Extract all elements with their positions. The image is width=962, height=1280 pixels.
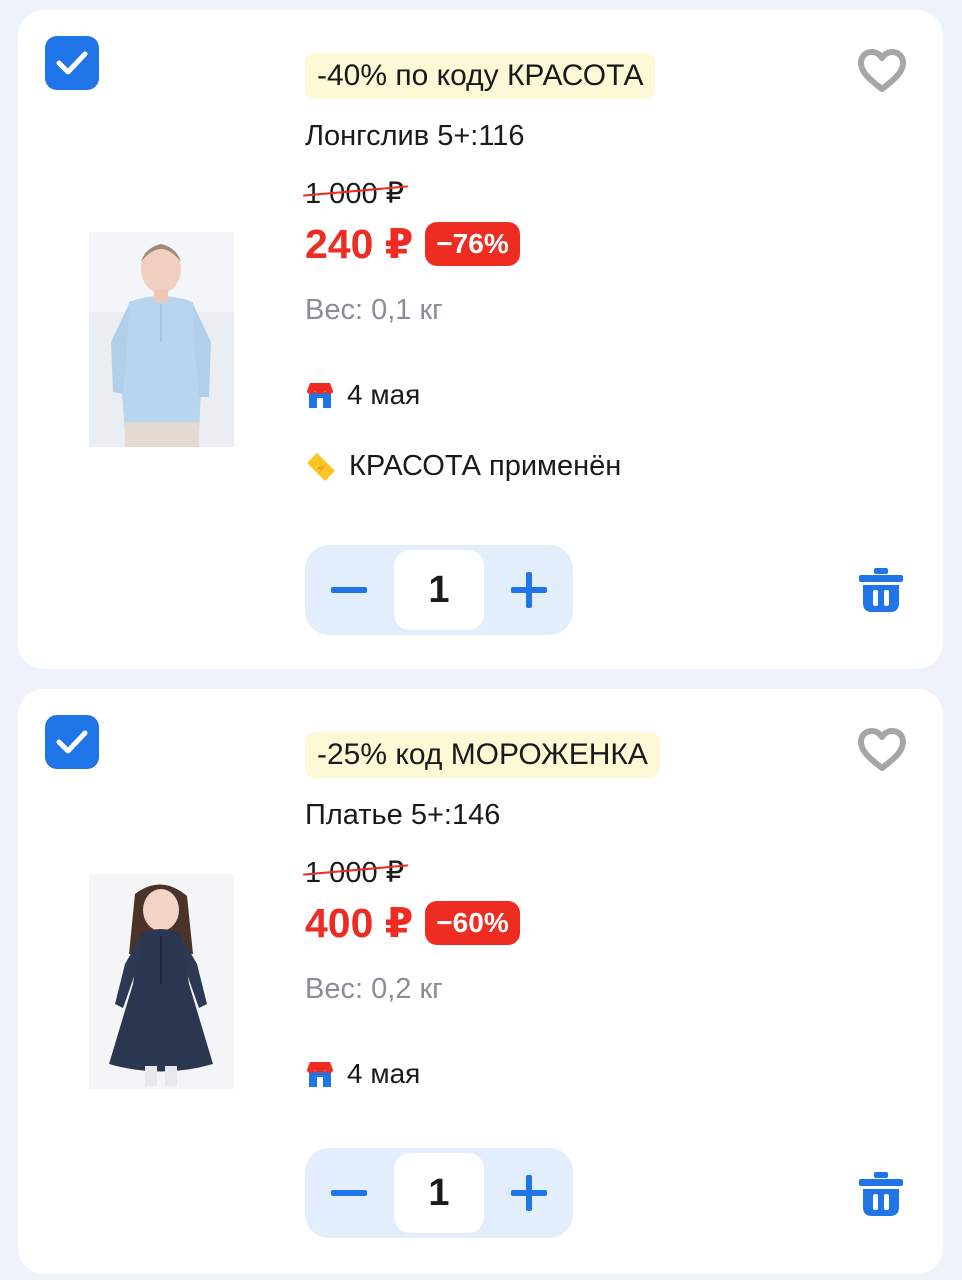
minus-icon (331, 587, 367, 593)
product-name[interactable]: Платье 5+:146 (305, 799, 500, 832)
delivery-date: 4 мая (347, 379, 421, 410)
plus-icon (511, 1175, 547, 1211)
cart-item-card: -25% код МОРОЖЕНКА Платье 5+:146 1 000 ₽… (18, 689, 943, 1274)
product-image[interactable] (89, 232, 234, 447)
price-row: 400 ₽ −60% (305, 899, 520, 947)
store-icon (307, 1062, 333, 1087)
quantity-value[interactable]: 1 (394, 1153, 484, 1233)
favorite-heart-icon[interactable] (857, 727, 907, 773)
coupon-icon (307, 452, 335, 481)
plus-icon (511, 572, 547, 608)
cart-item-card: -40% по коду КРАСОТА Лонгслив 5+:116 1 0… (18, 10, 943, 669)
trash-icon[interactable] (857, 566, 905, 614)
delivery-info: 4 мая (305, 379, 420, 411)
favorite-heart-icon[interactable] (857, 48, 907, 94)
minus-icon (331, 1190, 367, 1196)
product-weight: Вес: 0,1 кг (305, 294, 443, 326)
discount-badge: −60% (425, 901, 520, 945)
decrease-quantity-button[interactable] (305, 1148, 393, 1238)
product-image[interactable] (89, 874, 234, 1089)
delivery-info: 4 мая (305, 1058, 420, 1090)
price-row: 240 ₽ −76% (305, 220, 520, 268)
quantity-stepper: 1 (305, 545, 573, 635)
decrease-quantity-button[interactable] (305, 545, 393, 635)
checkmark-icon (56, 51, 88, 75)
promo-code-badge: -40% по коду КРАСОТА (305, 53, 656, 99)
product-name[interactable]: Лонгслив 5+:116 (305, 120, 525, 153)
coupon-applied: КРАСОТА применён (305, 450, 621, 483)
quantity-stepper: 1 (305, 1148, 573, 1238)
store-icon (307, 383, 333, 408)
select-item-checkbox[interactable] (45, 36, 99, 90)
delivery-date: 4 мая (347, 1058, 421, 1089)
longsleeve-photo (89, 232, 234, 447)
checkmark-icon (56, 730, 88, 754)
old-price: 1 000 ₽ (303, 855, 408, 890)
product-weight: Вес: 0,2 кг (305, 973, 443, 1005)
quantity-value[interactable]: 1 (394, 550, 484, 630)
dress-photo (89, 874, 234, 1089)
trash-icon[interactable] (857, 1170, 905, 1218)
discount-badge: −76% (425, 222, 520, 266)
coupon-text: КРАСОТА применён (349, 450, 622, 482)
current-price: 400 ₽ (305, 900, 414, 946)
increase-quantity-button[interactable] (485, 545, 573, 635)
old-price: 1 000 ₽ (303, 176, 408, 211)
current-price: 240 ₽ (305, 221, 414, 267)
increase-quantity-button[interactable] (485, 1148, 573, 1238)
select-item-checkbox[interactable] (45, 715, 99, 769)
promo-code-badge: -25% код МОРОЖЕНКА (305, 732, 660, 778)
